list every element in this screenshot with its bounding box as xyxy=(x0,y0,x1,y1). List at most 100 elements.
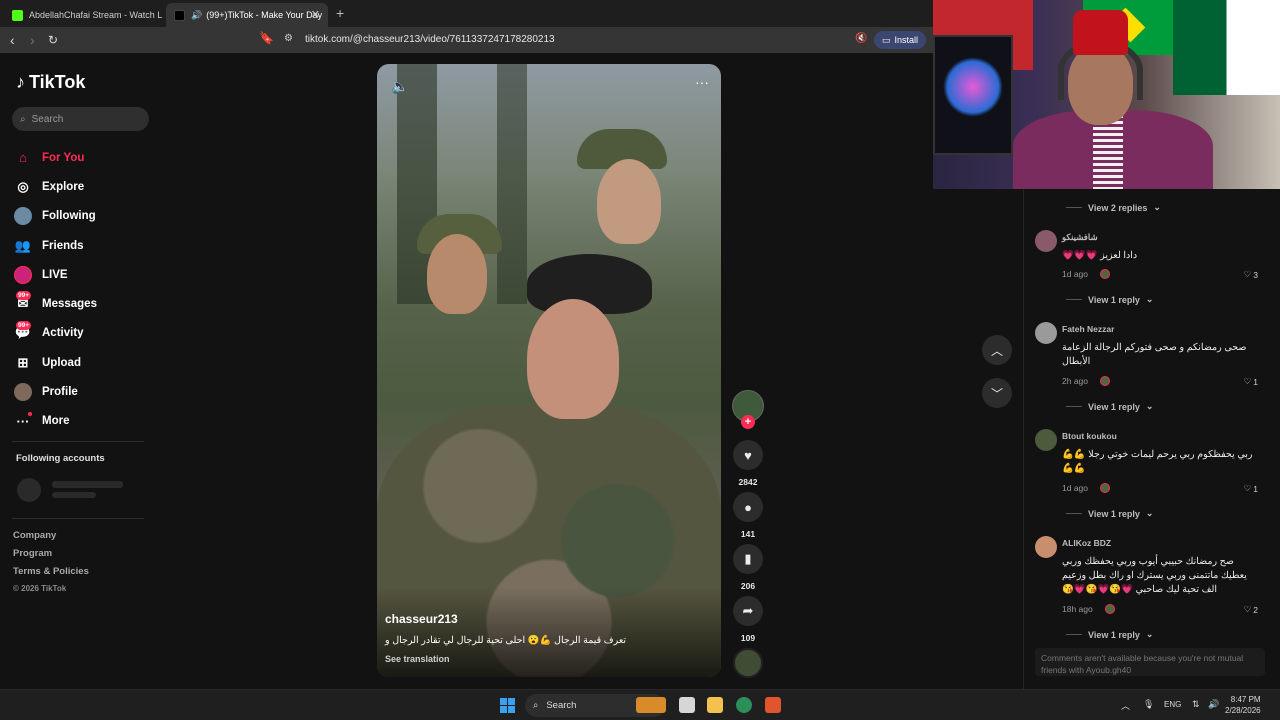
sidebar-item-live[interactable]: LIVE xyxy=(14,260,97,289)
view-replies-label: View 1 reply xyxy=(1088,508,1140,519)
video-player[interactable]: 🔈 ··· chasseur213 تعرف قيمة الرجال 💪😮 اح… xyxy=(377,64,721,677)
language-indicator[interactable]: ENG xyxy=(1164,700,1181,709)
comment-like-button[interactable]: ♡ 1 xyxy=(1244,376,1258,387)
commenter-avatar[interactable] xyxy=(1035,536,1057,558)
comment-like-button[interactable]: ♡ 3 xyxy=(1244,269,1258,280)
heart-outline-icon: ♡ xyxy=(1243,269,1252,279)
search-input[interactable]: ⌕ Search xyxy=(12,107,149,131)
reload-icon[interactable]: ↻ xyxy=(48,33,58,47)
task-view-icon[interactable] xyxy=(679,697,695,713)
tiktok-logo[interactable]: ♪ TikTok xyxy=(16,72,85,93)
install-button[interactable]: ▭ Install xyxy=(874,31,926,49)
comment-meta: 2h ago xyxy=(1062,376,1110,386)
comment-time: 1d ago xyxy=(1062,269,1088,279)
divider-line xyxy=(1066,513,1082,514)
sidebar-item-following[interactable]: Following xyxy=(14,202,97,231)
creator-liked-icon xyxy=(1100,269,1110,279)
comments-unavailable-notice: Comments aren't available because you're… xyxy=(1035,648,1265,676)
system-clock[interactable]: 8:47 PM 2/28/2026 xyxy=(1225,694,1261,716)
back-icon[interactable]: ‹ xyxy=(10,32,15,48)
tray-overflow-icon[interactable]: ︿ xyxy=(1121,699,1130,712)
brave-browser-icon[interactable] xyxy=(765,697,781,713)
url-field[interactable]: tiktok.com/@chasseur213/video/7611337247… xyxy=(305,34,555,45)
comment-meta: 18h ago xyxy=(1062,604,1115,614)
heart-outline-icon: ♡ xyxy=(1243,376,1252,386)
loading-avatar-placeholder xyxy=(17,478,41,502)
save-button[interactable]: ▮ 206 xyxy=(731,544,765,591)
forward-icon[interactable]: › xyxy=(30,32,35,48)
new-tab-icon[interactable]: + xyxy=(336,5,344,21)
next-video-button[interactable]: ﹀ xyxy=(982,378,1012,408)
commenter-avatar[interactable] xyxy=(1035,322,1057,344)
bookmark-icon: ▮ xyxy=(733,544,763,574)
more-options-icon[interactable]: ··· xyxy=(695,74,709,90)
sidebar-item-profile[interactable]: Profile xyxy=(14,377,97,406)
sidebar-item-more[interactable]: ··· More xyxy=(14,407,97,436)
sidebar-item-activity[interactable]: 💬 99+ Activity xyxy=(14,319,97,348)
algeria-flag xyxy=(1173,0,1280,95)
share-button[interactable]: ➦ 109 xyxy=(731,596,765,643)
file-explorer-icon[interactable] xyxy=(707,697,723,713)
footer-link-program[interactable]: Program xyxy=(13,548,89,566)
site-info-icon[interactable]: ⚙ xyxy=(284,33,293,44)
webcam-overlay xyxy=(933,0,1280,189)
commenter-avatar[interactable] xyxy=(1035,429,1057,451)
sidebar-item-friends[interactable]: 👥 Friends xyxy=(14,231,97,260)
sidebar-item-label: Following xyxy=(42,210,96,223)
sidebar-nav: ⌂ For You ◎ Explore Following 👥 Friends … xyxy=(14,143,97,436)
app-icon[interactable] xyxy=(736,697,752,713)
activity-badge: 99+ xyxy=(16,320,32,330)
comment-username[interactable]: شافشينكو xyxy=(1062,232,1098,243)
live-avatar-icon xyxy=(14,265,32,284)
view-replies-button[interactable]: View 2 replies ⌄ xyxy=(1066,202,1161,213)
tab-tiktok[interactable]: 🔊 (99+)TikTok - Make Your Day ✕ xyxy=(166,3,328,27)
sidebar-item-for-you[interactable]: ⌂ For You xyxy=(14,143,97,172)
footer-link-company[interactable]: Company xyxy=(13,530,89,548)
music-disc-icon[interactable] xyxy=(733,648,763,678)
chevron-down-icon: ﹀ xyxy=(990,386,1003,401)
loading-text-placeholder xyxy=(52,492,96,498)
commenter-avatar[interactable] xyxy=(1035,230,1057,252)
microphone-icon[interactable]: 🎙 xyxy=(1143,699,1154,710)
comment-button[interactable]: ● 141 xyxy=(731,492,765,539)
view-replies-button[interactable]: View 1 reply ⌄ xyxy=(1066,401,1153,412)
comment-like-button[interactable]: ♡ 2 xyxy=(1244,604,1258,615)
comment-username[interactable]: Fateh Nezzar xyxy=(1062,324,1114,334)
tiktok-favicon-icon xyxy=(174,9,185,21)
following-avatar-icon xyxy=(14,207,32,226)
tab-kick-stream[interactable]: AbdellahChafai Stream - Watch Live... xyxy=(4,3,162,27)
view-replies-button[interactable]: View 1 reply ⌄ xyxy=(1066,629,1153,640)
creator-liked-icon xyxy=(1100,483,1110,493)
windows-start-icon[interactable] xyxy=(500,698,515,713)
like-button[interactable]: ♥ 2842 xyxy=(731,440,765,487)
bookmark-icon[interactable]: 🔖 xyxy=(259,31,274,45)
sidebar-item-messages[interactable]: ✉ 99+ Messages xyxy=(14,289,97,318)
see-translation-link[interactable]: See translation xyxy=(385,654,450,664)
creator-liked-icon xyxy=(1100,376,1110,386)
search-highlight-icon[interactable] xyxy=(636,697,666,713)
close-tab-icon[interactable]: ✕ xyxy=(311,8,320,21)
audio-playing-icon[interactable]: 🔊 xyxy=(191,10,202,21)
sidebar-item-explore[interactable]: ◎ Explore xyxy=(14,172,97,201)
network-icon[interactable]: ⇅ xyxy=(1192,699,1200,710)
comment-like-button[interactable]: ♡ 1 xyxy=(1244,483,1258,494)
view-replies-label: View 1 reply xyxy=(1088,294,1140,305)
view-replies-button[interactable]: View 1 reply ⌄ xyxy=(1066,508,1153,519)
sidebar-item-label: Upload xyxy=(42,356,81,369)
previous-video-button[interactable]: ︿ xyxy=(982,335,1012,365)
follow-plus-icon[interactable]: + xyxy=(741,415,755,429)
view-replies-label: View 1 reply xyxy=(1088,401,1140,412)
chevron-up-icon: ︿ xyxy=(990,343,1003,358)
divider-line xyxy=(1066,406,1082,407)
view-replies-button[interactable]: View 1 reply ⌄ xyxy=(1066,294,1153,305)
comment-username[interactable]: Btout koukou xyxy=(1062,431,1117,441)
footer-link-terms[interactable]: Terms & Policies xyxy=(13,566,89,584)
video-author[interactable]: chasseur213 xyxy=(385,612,458,626)
comment-username[interactable]: ALIKoz BDZ xyxy=(1062,538,1111,548)
media-muted-icon[interactable]: 🔇 xyxy=(855,33,867,44)
volume-icon[interactable]: 🔊 xyxy=(1208,699,1219,710)
compass-icon: ◎ xyxy=(17,178,29,194)
sidebar-item-upload[interactable]: ⊞ Upload xyxy=(14,348,97,377)
volume-icon[interactable]: 🔈 xyxy=(391,78,408,95)
loading-text-placeholder xyxy=(52,481,123,488)
